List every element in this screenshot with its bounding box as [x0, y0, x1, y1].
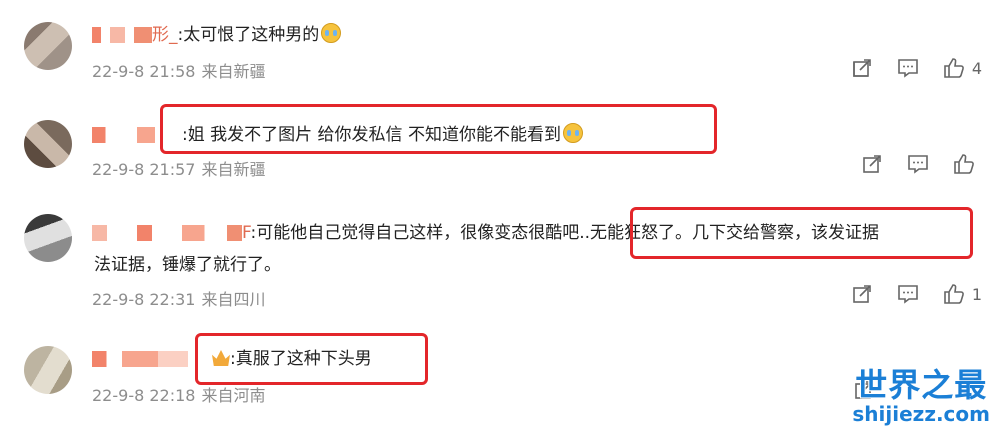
comment-actions: 1 — [850, 282, 982, 306]
blurred-username — [92, 27, 152, 43]
comment-meta: 22-9-8 21:57 来自新疆 — [92, 156, 265, 180]
comment-icon — [898, 59, 918, 78]
avatar[interactable] — [24, 22, 72, 70]
reply-button[interactable] — [896, 282, 920, 306]
comment-body-line2: 法证据，锤爆了就行了。 — [94, 250, 281, 275]
crying-emoji-icon — [321, 23, 342, 43]
comment-icon — [908, 155, 928, 174]
thumbs-up-icon — [954, 154, 974, 174]
comment-text-line2: 法证据，锤爆了就行了。 — [94, 255, 281, 275]
watermark: 世界之最 shijiezz.com — [852, 360, 990, 426]
blurred-username — [92, 351, 212, 367]
thumbs-up-icon — [944, 58, 964, 78]
like-count: 4 — [971, 58, 982, 78]
watermark-title: 世界之最 — [855, 366, 988, 404]
like-count: 1 — [971, 284, 982, 304]
comment-location: 来自新疆 — [201, 160, 266, 179]
share-button[interactable] — [860, 152, 884, 176]
comment-actions — [860, 152, 982, 176]
comment-location: 来自河南 — [201, 386, 266, 405]
thumbs-up-icon — [944, 284, 964, 304]
comment-meta: 22-9-8 22:18 来自河南 — [92, 382, 265, 406]
avatar[interactable] — [24, 346, 72, 394]
comment-1: 形_:太可恨了这种男的 22-9-8 21:58 来自新疆 4 — [0, 0, 1000, 100]
like-button[interactable] — [952, 152, 982, 176]
comment-date: 22-9-8 21:58 — [92, 62, 196, 81]
comment-date: 22-9-8 21:57 — [92, 160, 196, 179]
like-button[interactable]: 1 — [942, 282, 982, 306]
comment-actions: 4 — [850, 56, 982, 80]
comment-body: 形_:太可恨了这种男的 — [92, 20, 342, 45]
comment-date: 22-9-8 22:18 — [92, 386, 196, 405]
highlight-box — [160, 104, 717, 154]
comment-text: :太可恨了这种男的 — [177, 25, 320, 45]
comment-location: 来自四川 — [201, 290, 266, 309]
comment-location: 来自新疆 — [201, 62, 266, 81]
avatar[interactable] — [24, 120, 72, 168]
comment-icon — [898, 285, 918, 304]
share-icon — [863, 155, 881, 173]
share-icon — [853, 59, 871, 77]
comment-4: :真服了这种下头男 22-9-8 22:18 来自河南 — [0, 320, 1000, 434]
highlight-box — [195, 333, 428, 385]
avatar[interactable] — [24, 214, 72, 262]
comment-meta: 22-9-8 21:58 来自新疆 — [92, 58, 265, 82]
comment-meta: 22-9-8 22:31 来自四川 — [92, 286, 265, 310]
blurred-username — [92, 225, 242, 241]
comment-date: 22-9-8 22:31 — [92, 290, 196, 309]
share-button[interactable] — [850, 56, 874, 80]
like-button[interactable]: 4 — [942, 56, 982, 80]
share-button[interactable] — [850, 282, 874, 306]
username[interactable]: 形_ — [152, 25, 178, 45]
share-icon — [853, 285, 871, 303]
reply-button[interactable] — [906, 152, 930, 176]
highlight-box — [630, 207, 973, 259]
reply-button[interactable] — [896, 56, 920, 80]
watermark-url: shijiezz.com — [852, 402, 990, 426]
